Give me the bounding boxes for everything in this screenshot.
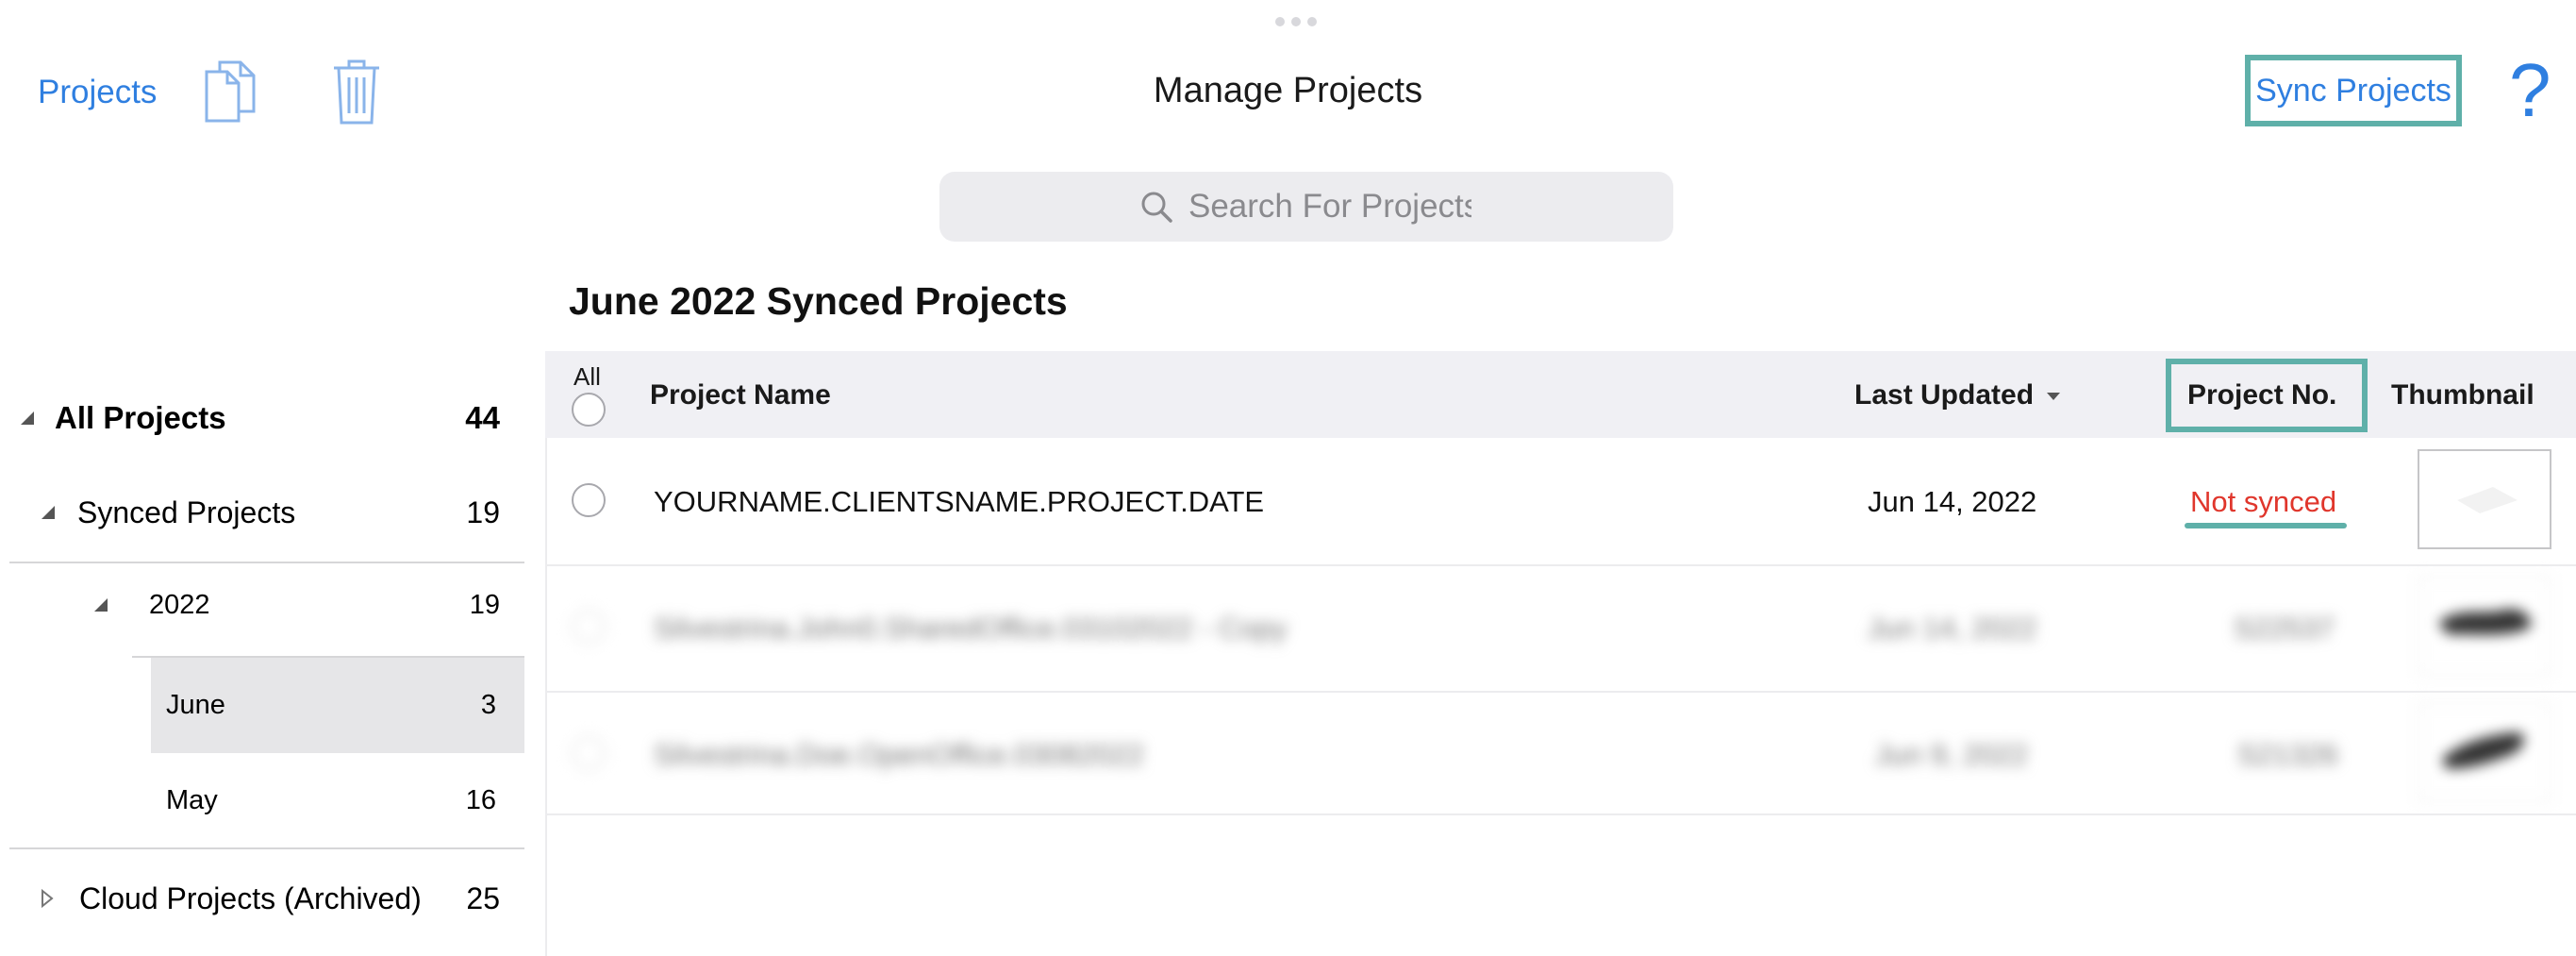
- row-thumbnail[interactable]: [2418, 576, 2551, 676]
- sidebar-item-synced-projects[interactable]: Synced Projects 19: [40, 489, 500, 536]
- row-divider: [545, 691, 2576, 693]
- project-number-highlight: [2166, 359, 2368, 432]
- row-select-radio[interactable]: [572, 610, 606, 644]
- sidebar-item-count: 25: [466, 881, 500, 915]
- help-icon[interactable]: ?: [2509, 53, 2551, 128]
- row-project-name: YOURNAME.CLIENTSNAME.PROJECT.DATE: [654, 485, 1265, 518]
- drag-handle[interactable]: [1275, 17, 1317, 26]
- row-project-number: Not synced: [2190, 485, 2337, 518]
- thumbnail-image: [2457, 487, 2518, 513]
- row-project-name: Silvestrina.Doe.OpenOffice.03082022: [654, 738, 1144, 771]
- row-select-radio[interactable]: [572, 483, 606, 517]
- not-synced-underline: [2185, 523, 2347, 528]
- search-input[interactable]: [1187, 187, 1473, 226]
- column-header-thumbnail: Thumbnail: [2391, 379, 2534, 411]
- thumbnail-image: [2438, 609, 2532, 635]
- sort-descending-icon[interactable]: [2045, 391, 2062, 402]
- row-divider: [545, 564, 2576, 566]
- search-icon: [1141, 192, 1172, 223]
- divider: [9, 847, 524, 849]
- row-thumbnail[interactable]: [2418, 449, 2551, 549]
- sidebar-item-2022[interactable]: 2022 19: [92, 581, 500, 629]
- row-project-number: S22537: [2234, 612, 2335, 645]
- page-title: Manage Projects: [1153, 71, 1423, 110]
- row-project-number: S21326: [2237, 738, 2338, 771]
- sync-projects-label: Sync Projects: [2255, 72, 2451, 109]
- sidebar-item-label: All Projects: [55, 400, 226, 435]
- sidebar-item-count: 19: [469, 589, 500, 620]
- sidebar-item-june[interactable]: June 3: [151, 658, 524, 753]
- row-project-name: Silvestrina.John0.SharedOffice.03102022 …: [654, 612, 1288, 645]
- select-all-radio[interactable]: [572, 393, 606, 427]
- table-border: [545, 351, 547, 956]
- row-last-updated: Jun 14, 2022: [1868, 612, 2037, 645]
- sidebar-item-may[interactable]: May 16: [151, 774, 524, 827]
- sidebar-item-label: Cloud Projects (Archived): [79, 881, 422, 915]
- expand-triangle-icon: [42, 888, 54, 909]
- sidebar-item-count: 19: [466, 495, 500, 529]
- collapse-triangle-icon: [21, 411, 34, 425]
- divider: [9, 562, 524, 563]
- row-thumbnail[interactable]: [2418, 702, 2551, 802]
- sidebar-item-label: June: [166, 690, 225, 720]
- row-last-updated: Jun 9, 2022: [1875, 738, 2029, 771]
- row-select-radio[interactable]: [572, 736, 606, 770]
- section-title: June 2022 Synced Projects: [569, 279, 1068, 323]
- search-bar[interactable]: [939, 172, 1673, 242]
- sidebar-item-label: May: [166, 784, 218, 815]
- sidebar-item-count: 16: [465, 784, 496, 815]
- thumbnail-image: [2442, 732, 2524, 769]
- column-header-project-name[interactable]: Project Name: [650, 379, 831, 411]
- collapse-triangle-icon: [42, 506, 55, 519]
- sidebar-item-cloud-projects[interactable]: Cloud Projects (Archived) 25: [40, 873, 500, 924]
- sidebar-item-label: Synced Projects: [77, 495, 296, 529]
- sidebar-item-label: 2022: [149, 589, 210, 620]
- row-last-updated: Jun 14, 2022: [1868, 485, 2037, 518]
- select-all-label: All: [573, 362, 601, 391]
- sidebar-item-count: 3: [480, 690, 496, 720]
- collapse-triangle-icon: [94, 598, 108, 612]
- sidebar-item-count: 44: [465, 400, 500, 435]
- column-header-last-updated[interactable]: Last Updated: [1854, 379, 2034, 411]
- sidebar-item-all-projects[interactable]: All Projects 44: [19, 394, 500, 442]
- row-divider: [545, 813, 2576, 815]
- sync-projects-button[interactable]: Sync Projects: [2245, 55, 2462, 126]
